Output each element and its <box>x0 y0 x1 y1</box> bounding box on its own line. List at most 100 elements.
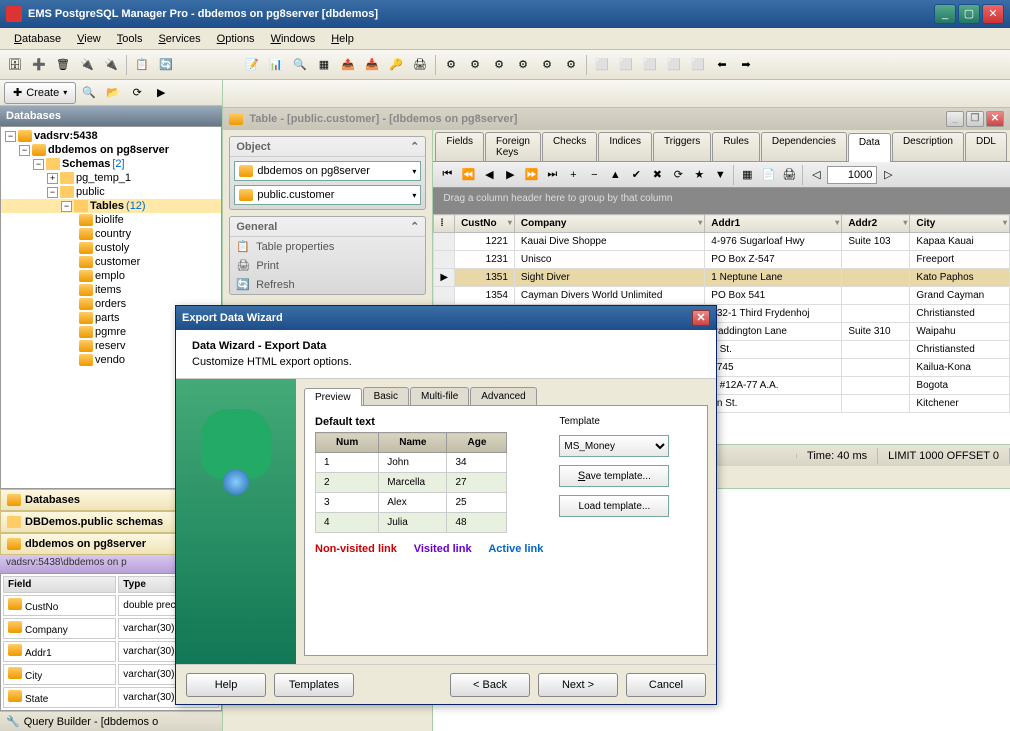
nav-pgprev-icon[interactable]: ◁ <box>806 165 826 185</box>
tb-refresh-icon[interactable]: 🔄 <box>155 54 177 76</box>
nav-pgnext-icon[interactable]: ▷ <box>878 165 898 185</box>
tree-server[interactable]: −vadsrv:5438 <box>1 129 221 143</box>
col-city[interactable]: City▾ <box>910 215 1010 233</box>
db-combo[interactable]: dbdemos on pg8server▾ <box>234 161 421 181</box>
tb-grant-icon[interactable]: 🔑 <box>385 54 407 76</box>
minimize-button[interactable]: _ <box>934 4 956 24</box>
nav-print-icon[interactable]: 🖨 <box>779 165 799 185</box>
tree-table-items[interactable]: items <box>1 283 221 297</box>
col-custno[interactable]: CustNo▾ <box>455 215 515 233</box>
tb-print-icon[interactable]: 🖨 <box>409 54 431 76</box>
maximize-button[interactable]: ▢ <box>958 4 980 24</box>
nav-refresh-icon[interactable]: ⟳ <box>668 165 688 185</box>
nav-add-icon[interactable]: + <box>563 165 583 185</box>
nav-cancel-icon[interactable]: ✖ <box>647 165 667 185</box>
inner-min-button[interactable]: _ <box>946 111 964 127</box>
tree-table-custoly[interactable]: custoly <box>1 241 221 255</box>
tab-foreign-keys[interactable]: Foreign Keys <box>485 132 541 161</box>
left-tb1-icon[interactable]: 🔍 <box>78 82 100 104</box>
col-company[interactable]: Company▾ <box>514 215 704 233</box>
nav-last-icon[interactable]: ⏭ <box>542 165 562 185</box>
inner-close-button[interactable]: ✕ <box>986 111 1004 127</box>
tree-db[interactable]: −dbdemos on pg8server <box>1 143 221 157</box>
tb-query-icon[interactable]: 🔍 <box>289 54 311 76</box>
template-select[interactable]: MS_Money <box>559 435 669 457</box>
link-print[interactable]: 🖨Print <box>230 256 425 275</box>
tab-rules[interactable]: Rules <box>712 132 760 161</box>
tb-new-db-icon[interactable]: 🗄 <box>4 54 26 76</box>
tb-props-icon[interactable]: 📋 <box>131 54 153 76</box>
tree-schema2[interactable]: −public <box>1 185 221 199</box>
tab-fields[interactable]: Fields <box>435 132 484 161</box>
help-button[interactable]: Help <box>186 673 266 697</box>
dtab-advanced[interactable]: Advanced <box>470 387 536 405</box>
tb-win1-icon[interactable]: ⬜ <box>591 54 613 76</box>
tb-tool2-icon[interactable]: ⚙ <box>464 54 486 76</box>
create-button[interactable]: ✚ Create ▾ <box>4 82 76 104</box>
nav-form-icon[interactable]: 📄 <box>758 165 778 185</box>
nav-post-icon[interactable]: ✔ <box>626 165 646 185</box>
nav-filter-icon[interactable]: ▼ <box>710 165 730 185</box>
tab-data[interactable]: Data <box>848 133 891 162</box>
save-template-button[interactable]: Save template... <box>559 465 669 487</box>
collapse-icon[interactable]: ⌃ <box>410 220 419 233</box>
tb-tool5-icon[interactable]: ⚙ <box>536 54 558 76</box>
tb-next-icon[interactable]: ➡ <box>735 54 757 76</box>
menu-view[interactable]: View <box>69 31 109 47</box>
tree-tables[interactable]: −Tables (12) <box>1 199 221 213</box>
left-tb3-icon[interactable]: ⟳ <box>126 82 148 104</box>
tab-dependencies[interactable]: Dependencies <box>761 132 847 161</box>
table-combo[interactable]: public.customer▾ <box>234 185 421 205</box>
tree-schemas[interactable]: −Schemas [2] <box>1 157 221 171</box>
page-number-input[interactable] <box>827 166 877 184</box>
tree-table-country[interactable]: country <box>1 227 221 241</box>
next-button[interactable]: Next > <box>538 673 618 697</box>
nav-edit-icon[interactable]: ▲ <box>605 165 625 185</box>
tree-table-emplo[interactable]: emplo <box>1 269 221 283</box>
link-table-properties[interactable]: 📋Table properties <box>230 237 425 256</box>
tb-sql-icon[interactable]: 📝 <box>241 54 263 76</box>
nav-next-icon[interactable]: ▶ <box>500 165 520 185</box>
inner-restore-button[interactable]: ❐ <box>966 111 984 127</box>
col-addr1[interactable]: Addr1▾ <box>705 215 842 233</box>
menu-tools[interactable]: Tools <box>109 31 151 47</box>
tb-disconnect-icon[interactable]: 🔌 <box>100 54 122 76</box>
dialog-close-button[interactable]: ✕ <box>692 310 710 326</box>
nav-first-icon[interactable]: ⏮ <box>437 165 457 185</box>
tb-tool4-icon[interactable]: ⚙ <box>512 54 534 76</box>
menu-windows[interactable]: Windows <box>263 31 324 47</box>
templates-button[interactable]: Templates <box>274 673 354 697</box>
tb-import-icon[interactable]: 📥 <box>361 54 383 76</box>
tb-prev-icon[interactable]: ⬅ <box>711 54 733 76</box>
tab-indices[interactable]: Indices <box>598 132 652 161</box>
nav-prevpage-icon[interactable]: ⏪ <box>458 165 478 185</box>
menu-help[interactable]: Help <box>323 31 362 47</box>
table-row[interactable]: 1354Cayman Divers World UnlimitedPO Box … <box>434 287 1010 305</box>
link-refresh[interactable]: 🔄Refresh <box>230 275 425 294</box>
load-template-button[interactable]: Load template... <box>559 495 669 517</box>
tree-table-customer[interactable]: customer <box>1 255 221 269</box>
tab-checks[interactable]: Checks <box>542 132 597 161</box>
tb-win5-icon[interactable]: ⬜ <box>687 54 709 76</box>
dtab-multi-file[interactable]: Multi-file <box>410 387 469 405</box>
tb-win4-icon[interactable]: ⬜ <box>663 54 685 76</box>
group-bar[interactable]: Drag a column header here to group by th… <box>433 188 1010 214</box>
col-addr2[interactable]: Addr2▾ <box>842 215 910 233</box>
tb-tool1-icon[interactable]: ⚙ <box>440 54 462 76</box>
menu-database[interactable]: Database <box>6 31 69 47</box>
menu-services[interactable]: Services <box>150 31 208 47</box>
tab-description[interactable]: Description <box>892 132 964 161</box>
nav-bookmark-icon[interactable]: ★ <box>689 165 709 185</box>
tb-table-icon[interactable]: ▦ <box>313 54 335 76</box>
tb-tool6-icon[interactable]: ⚙ <box>560 54 582 76</box>
table-row[interactable]: 1221Kauai Dive Shoppe4-976 Sugarloaf Hwy… <box>434 233 1010 251</box>
status-querybuilder[interactable]: 🔧 Query Builder - [dbdemos o <box>0 711 222 731</box>
tb-tool3-icon[interactable]: ⚙ <box>488 54 510 76</box>
dtab-preview[interactable]: Preview <box>304 388 362 406</box>
nav-prev-icon[interactable]: ◀ <box>479 165 499 185</box>
tb-add-icon[interactable]: ➕ <box>28 54 50 76</box>
tab-triggers[interactable]: Triggers <box>653 132 711 161</box>
tree-table-biolife[interactable]: biolife <box>1 213 221 227</box>
dtab-basic[interactable]: Basic <box>363 387 409 405</box>
tb-win3-icon[interactable]: ⬜ <box>639 54 661 76</box>
